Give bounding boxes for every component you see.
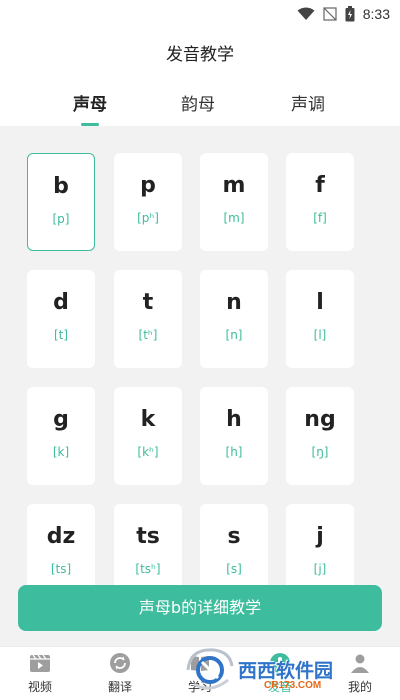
card-letter: dz — [46, 524, 76, 549]
tab-tones[interactable]: 声调 — [268, 90, 348, 115]
card-ipa: [n] — [225, 328, 243, 342]
card-letter: s — [227, 524, 241, 549]
no-signal-icon — [323, 7, 337, 21]
card-letter: ts — [136, 524, 160, 549]
card-ipa: [tsʰ] — [135, 562, 161, 576]
battery-icon — [345, 6, 355, 22]
card-n[interactable]: n [n] — [200, 270, 268, 368]
card-letter: p — [140, 173, 156, 198]
watermark-text: 西西软件园 — [238, 660, 334, 682]
card-ipa: [t] — [53, 328, 69, 342]
initials-grid: b [p] p [pʰ] m [m] f [f] d [t] t [tʰ] n … — [0, 126, 400, 646]
tab-bar: 声母 韵母 声调 — [0, 80, 400, 126]
card-d[interactable]: d [t] — [27, 270, 95, 368]
status-time: 8:33 — [362, 6, 390, 22]
card-letter: d — [53, 290, 69, 315]
card-letter: j — [316, 524, 324, 549]
watermark-logo: 西西软件园 CR173.COM — [180, 640, 390, 696]
nav-label: 视频 — [27, 680, 52, 694]
card-t[interactable]: t [tʰ] — [114, 270, 182, 368]
card-ipa: [j] — [313, 562, 327, 576]
card-ipa: [ŋ] — [311, 445, 329, 459]
wifi-icon — [297, 7, 315, 20]
card-ipa: [pʰ] — [137, 211, 159, 225]
card-letter: g — [53, 407, 69, 432]
card-f[interactable]: f [f] — [286, 153, 354, 251]
card-letter: k — [140, 407, 156, 432]
card-ipa: [tʰ] — [138, 328, 158, 342]
card-letter: n — [226, 290, 242, 315]
card-letter: b — [53, 174, 69, 199]
status-bar: 8:33 — [0, 0, 400, 28]
watermark-swirl-icon — [186, 648, 234, 690]
detailed-lesson-button[interactable]: 声母b的详细教学 — [18, 585, 382, 631]
card-ipa: [s] — [226, 562, 242, 576]
card-h[interactable]: h [h] — [200, 387, 268, 485]
card-ipa: [l] — [313, 328, 327, 342]
card-letter: h — [226, 407, 242, 432]
card-ipa: [ts] — [50, 562, 72, 576]
card-p[interactable]: p [pʰ] — [114, 153, 182, 251]
card-letter: t — [142, 290, 154, 315]
card-l[interactable]: l [l] — [286, 270, 354, 368]
card-ipa: [k] — [52, 445, 70, 459]
tab-initials[interactable]: 声母 — [50, 90, 130, 115]
card-ng[interactable]: ng [ŋ] — [286, 387, 354, 485]
card-ipa: [p] — [52, 212, 70, 226]
card-letter: l — [316, 290, 324, 315]
card-b[interactable]: b [p] — [27, 153, 95, 251]
tab-finals[interactable]: 韵母 — [158, 90, 238, 115]
translate-icon — [110, 653, 130, 673]
watermark-subtext: CR173.COM — [264, 680, 322, 691]
card-letter: ng — [304, 407, 336, 432]
card-ipa: [h] — [225, 445, 243, 459]
card-letter: f — [315, 173, 325, 198]
card-letter: m — [222, 173, 246, 198]
nav-item-translate[interactable]: 翻译 — [90, 651, 150, 695]
card-ipa: [kʰ] — [137, 445, 159, 459]
card-k[interactable]: k [kʰ] — [114, 387, 182, 485]
card-g[interactable]: g [k] — [27, 387, 95, 485]
nav-item-video[interactable]: 视频 — [10, 651, 70, 695]
card-m[interactable]: m [m] — [200, 153, 268, 251]
card-ipa: [m] — [223, 211, 245, 225]
card-ipa: [f] — [313, 211, 327, 225]
page-title: 发音教学 — [166, 45, 234, 65]
nav-label: 翻译 — [107, 680, 132, 694]
video-icon — [30, 654, 50, 672]
